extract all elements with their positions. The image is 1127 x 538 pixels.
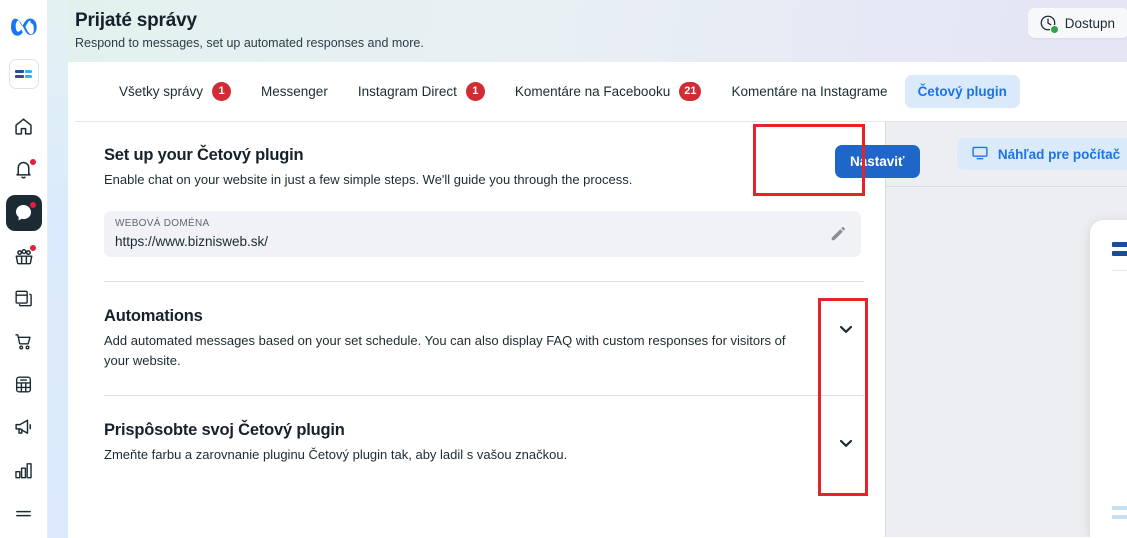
automations-subtitle: Add automated messages based on your set… <box>104 333 786 368</box>
availability-button[interactable]: Dostupn <box>1027 8 1127 38</box>
main-region: Prijaté správy Respond to messages, set … <box>68 0 1127 538</box>
chat-preview-logo-line <box>1112 242 1127 247</box>
grid-table-icon <box>15 376 32 393</box>
preview-stage <box>886 187 1127 537</box>
app-root: Prijaté správy Respond to messages, set … <box>0 0 1127 538</box>
tab-badge: 1 <box>212 82 232 101</box>
sidebar-item-catalog[interactable] <box>6 366 42 402</box>
nastavit-button-label: Nastaviť <box>850 154 905 169</box>
clock-icon <box>1039 14 1059 34</box>
customize-section: Prispôsobte svoj Četový plugin Zmeňte fa… <box>104 396 864 465</box>
bar-chart-icon <box>15 462 32 479</box>
automations-title: Automations <box>104 307 203 325</box>
thumbnail-line <box>15 74 32 78</box>
tab-komentare-na-instagrame[interactable]: Komentáre na Instagrame <box>718 75 900 108</box>
background-gutter <box>48 0 68 538</box>
sidebar-item-inbox[interactable] <box>5 194 42 231</box>
automations-chevron-down-icon[interactable] <box>834 317 858 341</box>
sidebar-item-home[interactable] <box>6 109 42 145</box>
chat-preview-logo-line <box>1112 251 1127 256</box>
notification-dot <box>28 243 37 252</box>
domain-field[interactable]: WEBOVÁ DOMÉNA https://www.biznisweb.sk/ <box>104 211 861 257</box>
sidebar-item-notifications[interactable] <box>6 152 42 188</box>
meta-logo-icon[interactable] <box>7 11 41 45</box>
preview-pane: Náhľad pre počítač <box>885 122 1127 537</box>
tab-label: Komentáre na Instagrame <box>731 84 888 99</box>
preview-toolbar: Náhľad pre počítač <box>886 122 1127 187</box>
workspace-thumbnail[interactable] <box>8 58 39 89</box>
card-body: Set up your Četový plugin Enable chat on… <box>75 122 1127 537</box>
desktop-preview-label: Náhľad pre počítač <box>997 146 1121 162</box>
chat-preview-header <box>1090 220 1127 271</box>
domain-field-label: WEBOVÁ DOMÉNA <box>115 218 210 229</box>
pages-copy-icon <box>15 290 32 307</box>
sidebar-item-insights[interactable] <box>6 452 42 488</box>
nastavit-button[interactable]: Nastaviť <box>835 145 920 178</box>
notification-dot <box>28 157 37 166</box>
thumbnail-line <box>15 69 32 73</box>
domain-field-inner: WEBOVÁ DOMÉNA https://www.biznisweb.sk/ <box>115 218 829 249</box>
tab-messenger[interactable]: Messenger <box>248 75 341 108</box>
setup-section: Set up your Četový plugin Enable chat on… <box>104 146 885 257</box>
megaphone-icon <box>14 419 31 435</box>
sidebar-item-commerce[interactable] <box>6 323 42 359</box>
page-header: Prijaté správy Respond to messages, set … <box>68 0 1127 62</box>
customize-subtitle: Zmeňte farbu a zarovnanie pluginu Četový… <box>104 447 568 462</box>
monitor-icon <box>971 144 989 165</box>
desktop-preview-button[interactable]: Náhľad pre počítač <box>956 138 1127 170</box>
chat-preview-footer <box>1112 506 1127 524</box>
tab-bar: Všetky správy 1 Messenger Instagram Dire… <box>75 62 1127 122</box>
settings-pane: Set up your Četový plugin Enable chat on… <box>75 122 885 537</box>
tab-komentare-na-facebooku[interactable]: Komentáre na Facebooku 21 <box>502 75 715 108</box>
sidebar-item-more[interactable] <box>6 495 42 531</box>
menu-lines-icon <box>16 510 31 516</box>
customize-title: Prispôsobte svoj Četový plugin <box>104 421 345 439</box>
pencil-icon[interactable] <box>829 225 847 243</box>
automations-section: Automations Add automated messages based… <box>104 282 864 371</box>
tab-badge: 21 <box>679 82 702 101</box>
tab-cetovy-plugin[interactable]: Četový plugin <box>904 75 1020 108</box>
left-icon-rail <box>0 0 48 538</box>
sidebar-item-ads[interactable] <box>6 409 42 445</box>
tab-label: Messenger <box>261 84 328 99</box>
content-card: Všetky správy 1 Messenger Instagram Dire… <box>75 62 1127 538</box>
page-subtitle: Respond to messages, set up automated re… <box>75 36 424 50</box>
chat-preview-divider <box>1112 270 1127 271</box>
tab-instagram-direct[interactable]: Instagram Direct 1 <box>345 75 498 108</box>
sidebar-item-audience[interactable] <box>6 238 42 274</box>
tab-badge: 1 <box>465 82 485 101</box>
domain-field-value: https://www.biznisweb.sk/ <box>115 234 269 249</box>
online-status-dot <box>1049 25 1059 34</box>
setup-title: Set up your Četový plugin <box>104 146 304 164</box>
notification-dot <box>28 200 37 209</box>
availability-label: Dostupn <box>1064 15 1115 31</box>
tab-label: Instagram Direct <box>357 84 457 99</box>
home-icon <box>15 118 32 135</box>
tab-label: Všetky správy <box>119 84 204 99</box>
tab-vsetky-spravy[interactable]: Všetky správy 1 <box>106 75 244 108</box>
setup-subtitle: Enable chat on your website in just a fe… <box>104 172 633 187</box>
tab-label: Komentáre na Facebooku <box>514 84 671 99</box>
sidebar-item-pages[interactable] <box>6 281 42 317</box>
shopping-cart-icon <box>15 334 31 350</box>
chat-plugin-preview-card <box>1090 220 1127 537</box>
tab-label: Četový plugin <box>917 84 1007 99</box>
customize-chevron-down-icon[interactable] <box>834 431 858 455</box>
page-title: Prijaté správy <box>75 10 197 31</box>
